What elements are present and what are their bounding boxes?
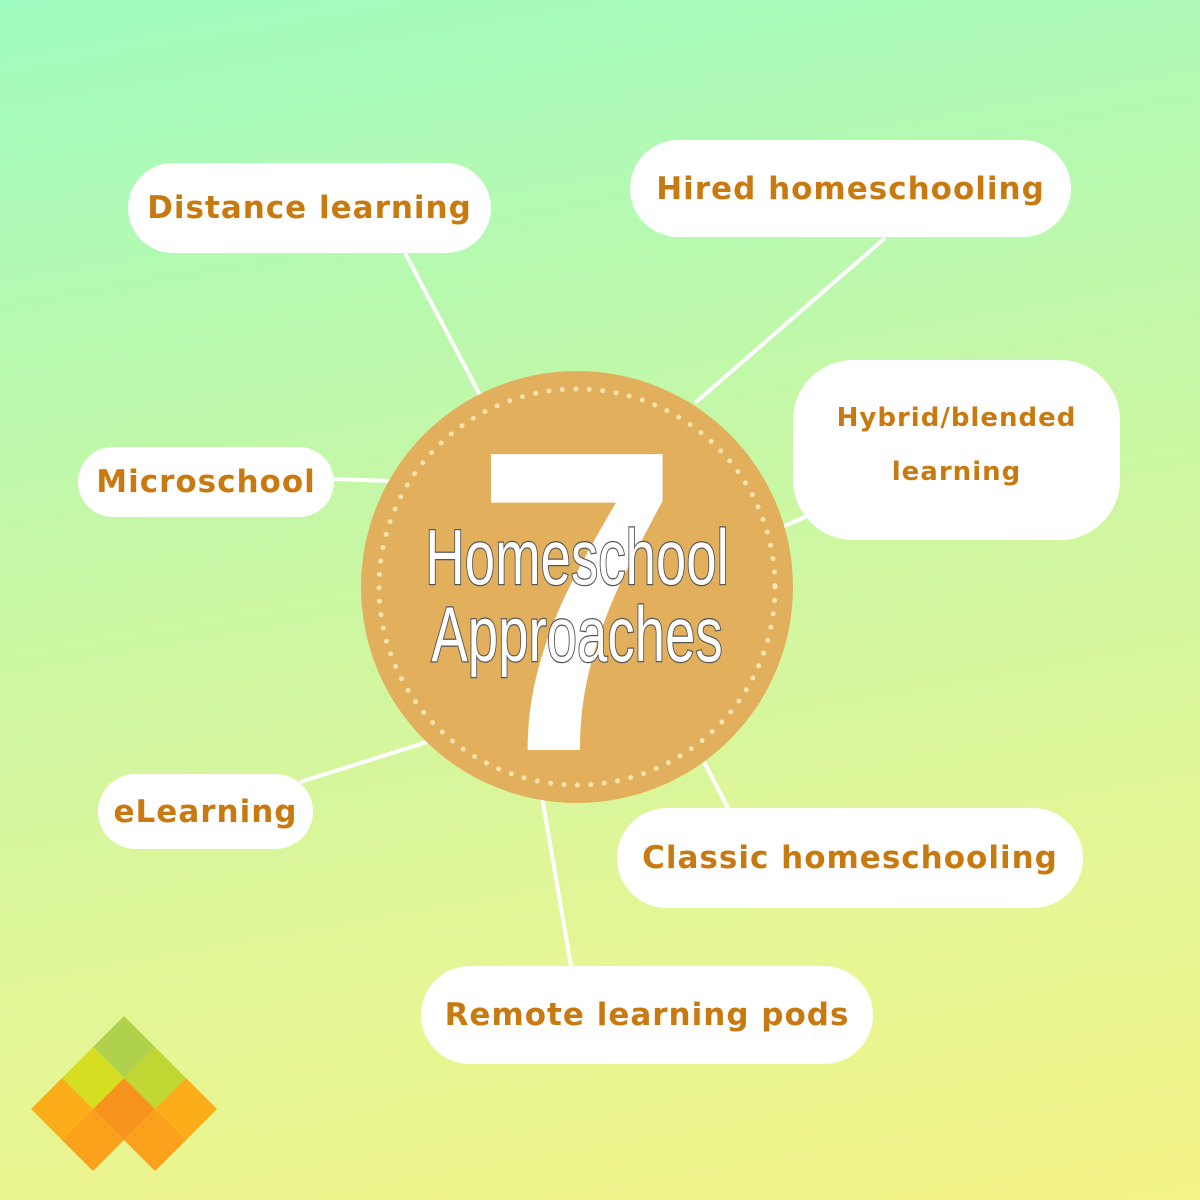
center-title-line1: Homeschool <box>425 514 728 601</box>
node-remote-learning-pods: Remote learning pods <box>421 966 873 1064</box>
node-hybrid-blended-learning: Hybrid/blended learning <box>793 360 1120 540</box>
node-label: Classic homeschooling <box>642 840 1058 876</box>
node-elearning: eLearning <box>98 774 313 849</box>
logo <box>31 1016 217 1171</box>
connector-line <box>299 740 428 784</box>
node-label: Distance learning <box>147 190 472 226</box>
node-label: eLearning <box>113 793 298 830</box>
connector-line <box>701 759 730 809</box>
node-hired-homeschooling: Hired homeschooling <box>630 140 1071 237</box>
node-distance-learning: Distance learning <box>128 163 491 253</box>
node-label-line1: Hybrid/blended <box>836 403 1077 433</box>
connector-line <box>333 477 391 483</box>
node-label: Hired homeschooling <box>656 170 1045 207</box>
node-classic-homeschooling: Classic homeschooling <box>617 808 1083 908</box>
node-label-line2: learning <box>891 457 1022 487</box>
connector-line <box>403 252 482 396</box>
node-label: Microschool <box>96 464 316 500</box>
center-title-line2: Approaches <box>431 591 722 678</box>
node-label: Remote learning pods <box>444 997 850 1033</box>
node-microschool: Microschool <box>78 447 334 517</box>
